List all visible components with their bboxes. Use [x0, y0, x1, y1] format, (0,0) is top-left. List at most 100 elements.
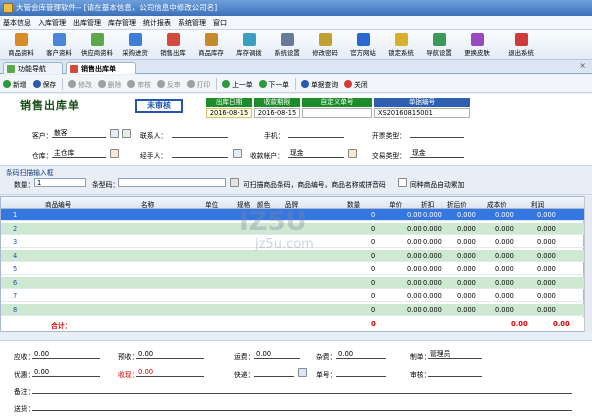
cell-price[interactable]: 0.00	[407, 306, 422, 314]
cell-price[interactable]: 0.00	[407, 252, 422, 260]
freight-field[interactable]: 0.00	[254, 350, 300, 359]
cell-discount[interactable]: 0.000	[423, 225, 442, 233]
contact-field[interactable]	[172, 129, 228, 138]
merge-checkbox[interactable]	[398, 178, 407, 187]
custom-no-field[interactable]	[302, 108, 372, 118]
cell-profit[interactable]: 0.000	[537, 252, 556, 260]
cell-discount[interactable]: 0.000	[423, 265, 442, 273]
cell-qty[interactable]: 0	[371, 238, 375, 246]
customer-picker-icon[interactable]	[110, 129, 119, 138]
express-field[interactable]	[254, 368, 294, 377]
remark-field[interactable]	[32, 385, 572, 394]
column-header[interactable]: 数量	[347, 199, 360, 209]
cell-discount[interactable]: 0.000	[423, 252, 442, 260]
toolbar-button-inventory[interactable]: 商品库存	[192, 30, 230, 60]
cell-discount[interactable]: 0.000	[423, 211, 442, 219]
column-header[interactable]: 品牌	[285, 199, 298, 209]
cell-price[interactable]: 0.00	[407, 238, 422, 246]
cell-discount[interactable]: 0.000	[423, 292, 442, 300]
prev-button[interactable]: 上一单	[222, 79, 253, 89]
received-field[interactable]: 0.00	[136, 368, 204, 377]
edit-button[interactable]: 修改	[68, 79, 92, 89]
add-customer-icon[interactable]	[122, 129, 131, 138]
query-button[interactable]: 单据查询	[300, 79, 338, 89]
toolbar-button-sales[interactable]: 销售出库	[154, 30, 192, 60]
discount-field[interactable]: 0.00	[32, 368, 100, 377]
toolbar-button-settings[interactable]: 系统设置	[268, 30, 306, 60]
out-date-field[interactable]: 2016-08-15	[206, 108, 252, 118]
table-row[interactable]: 5 0 0.00 0.000 0.000 0.000 0.000	[1, 263, 585, 275]
warehouse-field[interactable]: 主仓库	[52, 149, 106, 158]
cell-cost[interactable]: 0.000	[495, 292, 514, 300]
cell-profit[interactable]: 0.000	[537, 225, 556, 233]
misc-field[interactable]: 0.00	[336, 350, 386, 359]
cell-qty[interactable]: 0	[371, 252, 375, 260]
column-header[interactable]: 折扣	[421, 199, 434, 209]
cell-after[interactable]: 0.000	[457, 306, 476, 314]
toolbar-button-transfer[interactable]: 库存调拨	[230, 30, 268, 60]
cell-qty[interactable]: 0	[371, 306, 375, 314]
table-row[interactable]: 4 0 0.00 0.000 0.000 0.000 0.000	[1, 249, 585, 262]
toolbar-button-website[interactable]: 官方网站	[344, 30, 382, 60]
column-header[interactable]: 商品编号	[45, 199, 71, 209]
scan-icon[interactable]	[230, 178, 239, 187]
account-field[interactable]: 现金	[288, 149, 344, 158]
invoice-type-field[interactable]	[410, 129, 464, 138]
cell-profit[interactable]: 0.000	[537, 238, 556, 246]
toolbar-button-navigation[interactable]: 导航设置	[420, 30, 458, 60]
tab-function-nav[interactable]: 功能导航	[3, 62, 63, 74]
print-button[interactable]: 打印	[186, 79, 210, 89]
toolbar-button-password[interactable]: 修改密码	[306, 30, 344, 60]
column-header[interactable]: 名称	[141, 199, 154, 209]
cell-price[interactable]: 0.00	[407, 211, 422, 219]
menu-system[interactable]: 系统管理	[178, 18, 206, 28]
menu-basic-info[interactable]: 基本信息	[3, 18, 31, 28]
toolbar-button-purchase[interactable]: 采购进货	[116, 30, 154, 60]
handler-field[interactable]	[172, 149, 228, 158]
cell-price[interactable]: 0.00	[407, 225, 422, 233]
column-header[interactable]: 利润	[531, 199, 544, 209]
cell-profit[interactable]: 0.000	[537, 211, 556, 219]
cell-cost[interactable]: 0.000	[495, 306, 514, 314]
cell-cost[interactable]: 0.000	[495, 265, 514, 273]
cell-after[interactable]: 0.000	[457, 211, 476, 219]
toolbar-button-skin[interactable]: 更换皮肤	[458, 30, 496, 60]
cell-discount[interactable]: 0.000	[423, 279, 442, 287]
column-header[interactable]: 单位	[205, 199, 218, 209]
cell-discount[interactable]: 0.000	[423, 238, 442, 246]
grid-scrollbar[interactable]	[584, 196, 592, 332]
cell-after[interactable]: 0.000	[457, 225, 476, 233]
cell-after[interactable]: 0.000	[457, 265, 476, 273]
cell-price[interactable]: 0.00	[407, 279, 422, 287]
table-row[interactable]: 1 0 0.00 0.000 0.000 0.000 0.000	[1, 209, 585, 221]
prepay-field[interactable]: 0.00	[136, 350, 204, 359]
table-row[interactable]: 2 0 0.00 0.000 0.000 0.000 0.000	[1, 222, 585, 235]
toolbar-button-supplier[interactable]: 供应商资料	[78, 30, 116, 60]
toolbar-button-product[interactable]: 商品资料	[2, 30, 40, 60]
express-dropdown-icon[interactable]	[298, 368, 307, 377]
table-row[interactable]: 6 0 0.00 0.000 0.000 0.000 0.000	[1, 276, 585, 289]
close-tab-icon[interactable]: ×	[579, 61, 586, 70]
handler-picker-icon[interactable]	[233, 149, 242, 158]
close-button[interactable]: 关闭	[344, 79, 368, 89]
cell-after[interactable]: 0.000	[457, 238, 476, 246]
unaudit-button[interactable]: 反审	[156, 79, 181, 89]
tracking-field[interactable]	[336, 368, 386, 377]
cell-cost[interactable]: 0.000	[495, 238, 514, 246]
menu-window[interactable]: 窗口	[213, 18, 227, 28]
receivable-field[interactable]: 0.00	[32, 350, 100, 359]
table-row[interactable]: 7 0 0.00 0.000 0.000 0.000 0.000	[1, 290, 585, 302]
ship-to-field[interactable]	[32, 402, 572, 411]
cell-qty[interactable]: 0	[371, 292, 375, 300]
column-header[interactable]: 颜色	[257, 199, 270, 209]
cell-profit[interactable]: 0.000	[537, 265, 556, 273]
cell-after[interactable]: 0.000	[457, 292, 476, 300]
cell-cost[interactable]: 0.000	[495, 225, 514, 233]
cell-after[interactable]: 0.000	[457, 252, 476, 260]
menu-outbound[interactable]: 出库管理	[73, 18, 101, 28]
cell-qty[interactable]: 0	[371, 265, 375, 273]
column-header[interactable]: 单价	[389, 199, 402, 209]
customer-field[interactable]: 散客	[52, 129, 106, 138]
trade-type-field[interactable]: 现金	[410, 149, 464, 158]
cell-cost[interactable]: 0.000	[495, 279, 514, 287]
